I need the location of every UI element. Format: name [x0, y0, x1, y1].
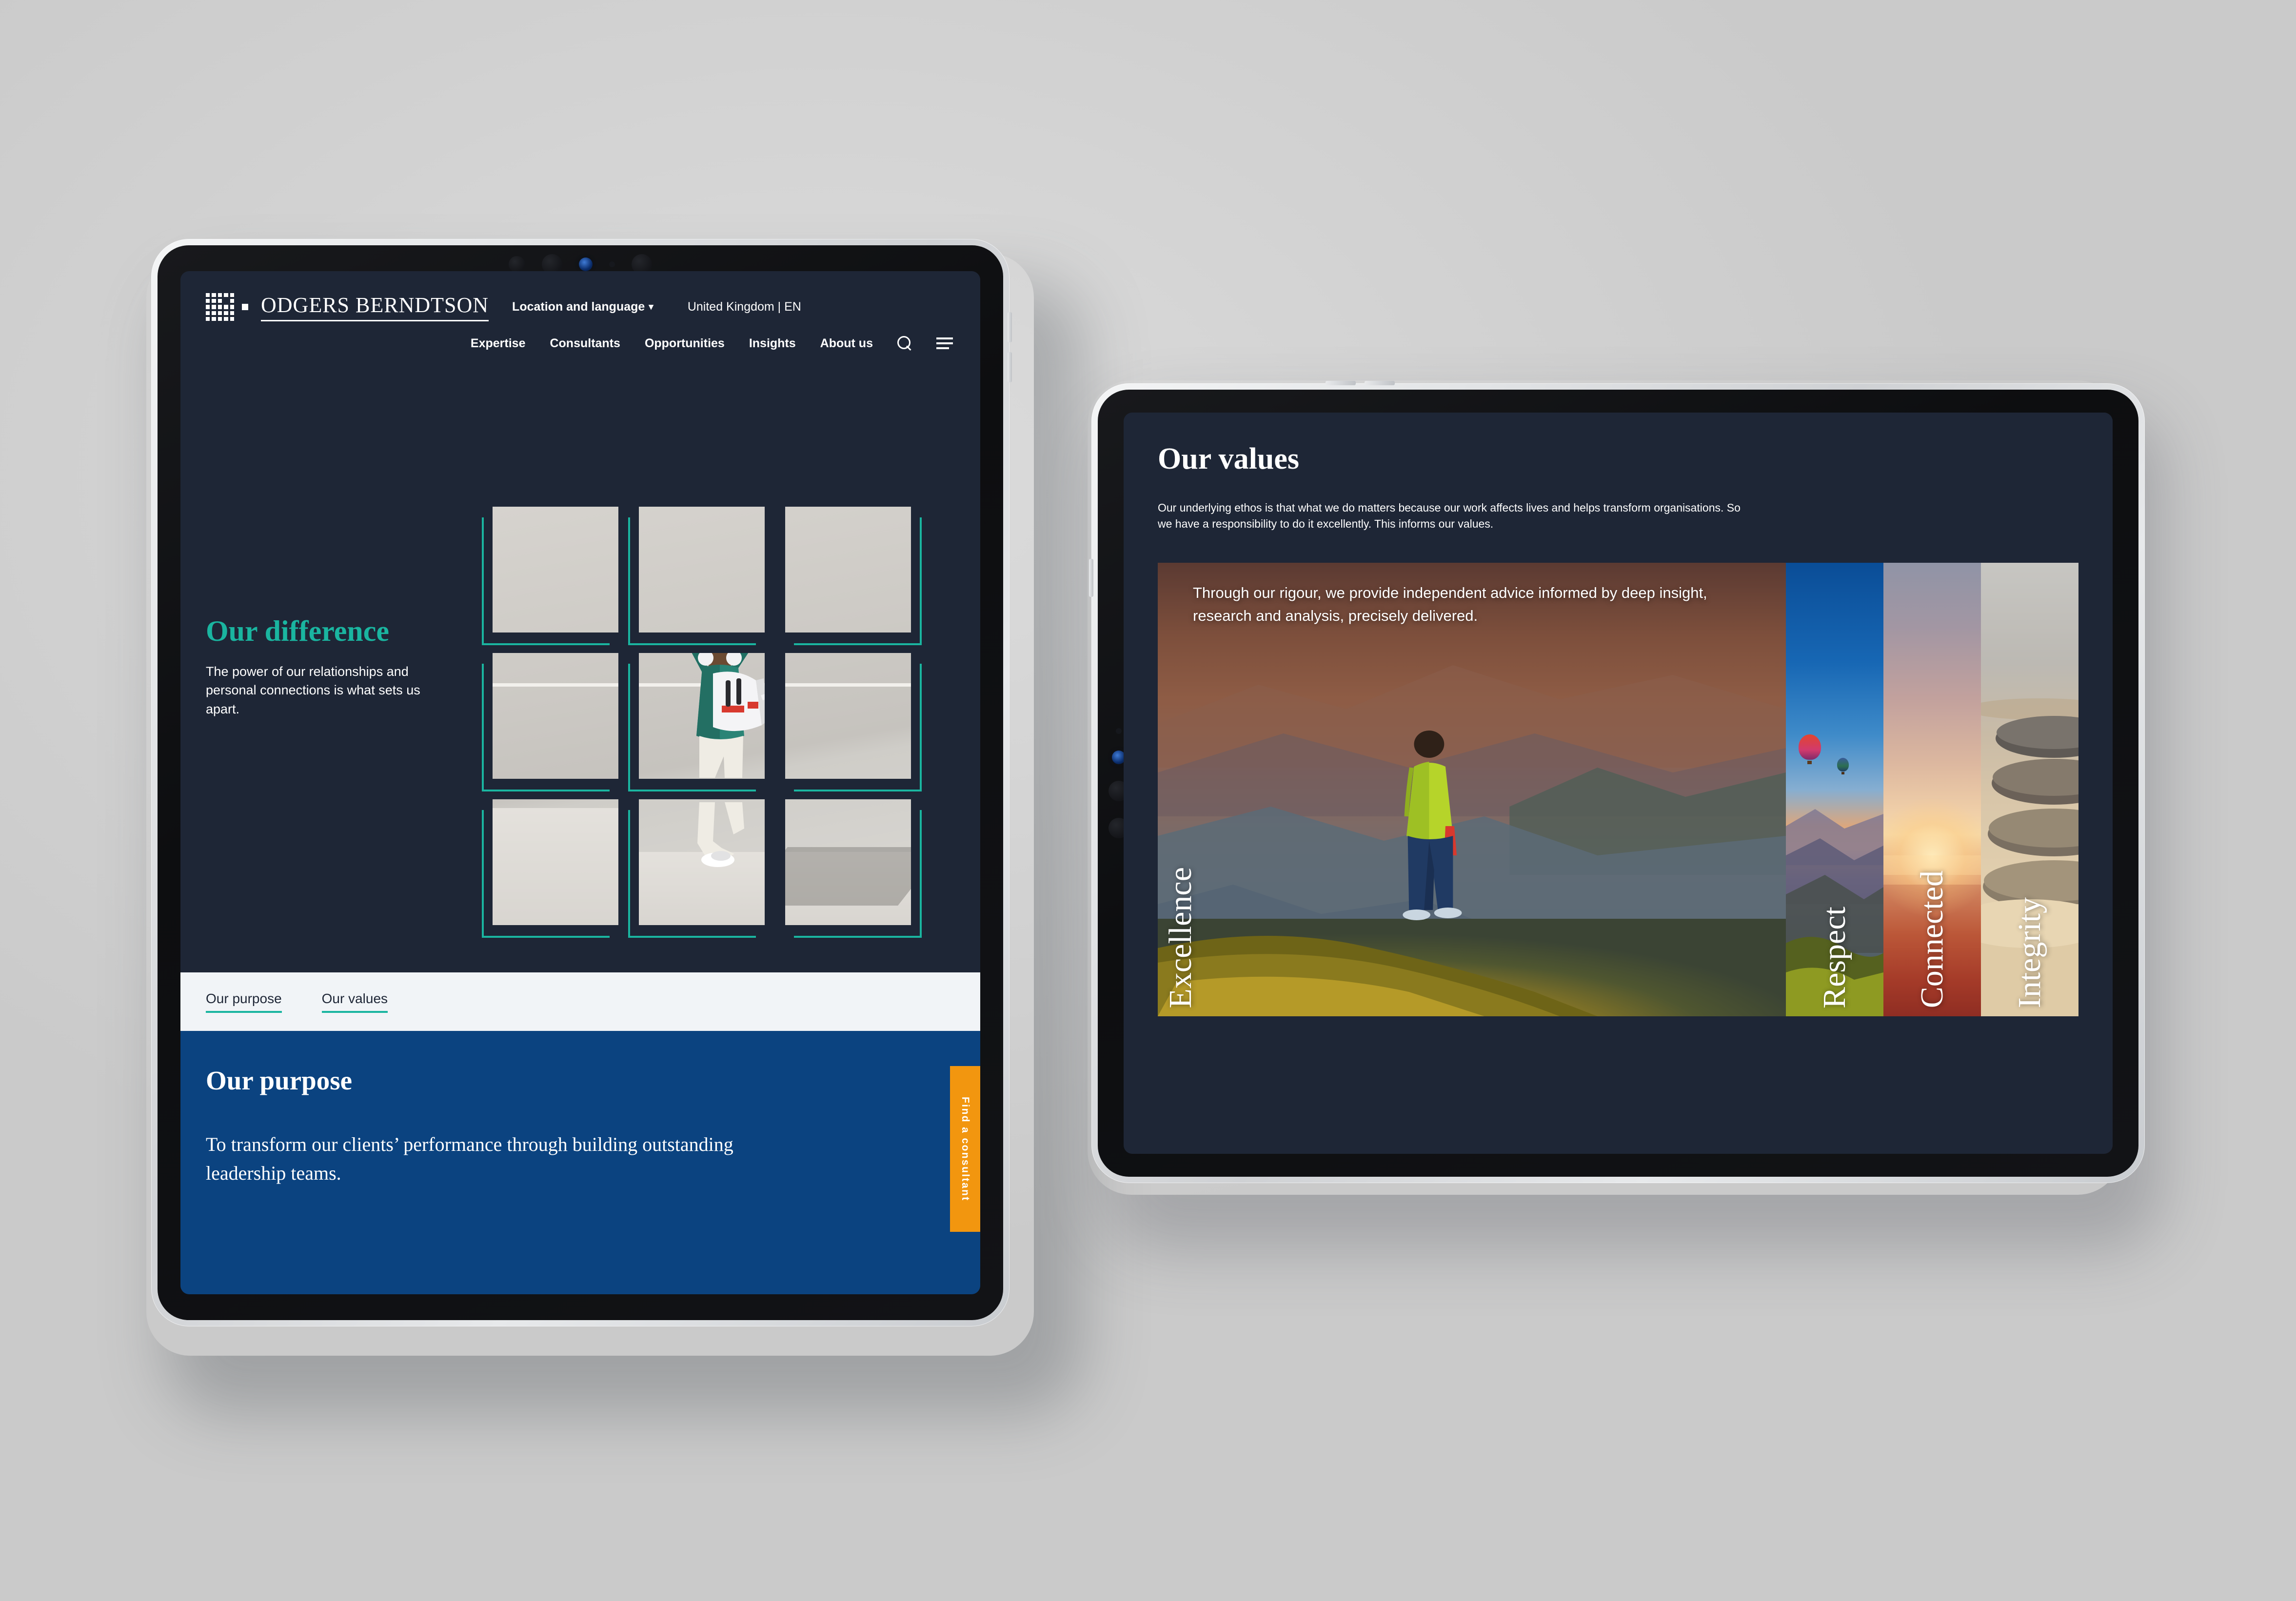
- find-a-consultant-button[interactable]: Find a consultant: [950, 1066, 980, 1232]
- hiker-illustration: [1403, 730, 1462, 920]
- hero-body: The power of our relationships and perso…: [206, 664, 420, 716]
- logo-accent-dot-icon: [242, 304, 248, 310]
- hero-section: Our difference The power of our relation…: [180, 351, 980, 972]
- value-panel-excellence[interactable]: Through our rigour, we provide independe…: [1158, 562, 1786, 1016]
- right-device-volume-button-up[interactable]: [1326, 381, 1356, 385]
- nav-item-insights[interactable]: Insights: [749, 336, 796, 351]
- photo-tile-center: [628, 653, 765, 791]
- our-purpose-section: Our purpose To transform our clients’ pe…: [180, 1031, 980, 1294]
- right-device-power-button[interactable]: [1089, 559, 1093, 597]
- brand-row: ODGERS BERNDTSON Location and language ▾…: [206, 293, 955, 321]
- photo-tile: [482, 507, 618, 645]
- ambient-light-sensor-icon: [609, 261, 615, 267]
- values-accordion: Through our rigour, we provide independe…: [1158, 562, 2078, 1016]
- brand-name[interactable]: ODGERS BERNDTSON: [261, 293, 489, 321]
- right-device-screen: Our values Our underlying ethos is that …: [1124, 413, 2113, 1154]
- tile-image: [639, 507, 765, 632]
- ambient-light-sensor-icon: [1116, 728, 1122, 734]
- region-label[interactable]: United Kingdom | EN: [688, 300, 801, 314]
- hero-copy: Our difference The power of our relation…: [206, 616, 440, 718]
- tile-image: [493, 507, 618, 632]
- site-header: ODGERS BERNDTSON Location and language ▾…: [180, 271, 980, 351]
- balloon-basket-icon: [1807, 760, 1812, 764]
- right-device-volume-button-down[interactable]: [1365, 381, 1395, 385]
- value-panel-respect[interactable]: Respect: [1786, 562, 1883, 1016]
- our-values-page: Our values Our underlying ethos is that …: [1124, 413, 2113, 1154]
- primary-navigation: Expertise Consultants Opportunities Insi…: [206, 336, 955, 351]
- tab-our-purpose[interactable]: Our purpose: [206, 991, 282, 1013]
- values-page-title: Our values: [1158, 442, 1299, 475]
- hero-title: Our difference: [206, 615, 390, 647]
- tile-image: [785, 507, 911, 632]
- photo-tile: [785, 653, 922, 791]
- hero-image-grid[interactable]: [482, 507, 922, 938]
- left-device-screen: ODGERS BERNDTSON Location and language ▾…: [180, 271, 980, 1294]
- value-label-integrity: Integrity: [2012, 897, 2047, 1008]
- photo-tile: [785, 799, 922, 938]
- photo-tile: [482, 653, 618, 791]
- value-label-excellence: Excellence: [1163, 867, 1198, 1008]
- photo-tile-grid: [482, 507, 922, 938]
- tab-our-values[interactable]: Our values: [321, 991, 388, 1013]
- values-page-intro: Our underlying ethos is that what we do …: [1158, 501, 1741, 531]
- photo-tile: [482, 799, 618, 938]
- photo-tile: [628, 799, 765, 938]
- nav-item-expertise[interactable]: Expertise: [471, 336, 526, 351]
- value-label-respect: Respect: [1817, 906, 1852, 1008]
- search-icon[interactable]: [897, 336, 912, 351]
- left-tablet-device: ODGERS BERNDTSON Location and language ▾…: [151, 239, 1012, 1326]
- tile-image: [785, 653, 911, 779]
- nav-item-consultants[interactable]: Consultants: [550, 336, 620, 351]
- odgers-website-page: ODGERS BERNDTSON Location and language ▾…: [180, 271, 980, 1294]
- tile-image: [493, 799, 618, 925]
- value-label-connected: Connected: [1914, 870, 1950, 1008]
- location-language-selector[interactable]: Location and language ▾: [512, 300, 653, 314]
- photo-tile: [785, 507, 922, 645]
- tile-image: [493, 653, 618, 779]
- tile-image-person: [639, 653, 765, 779]
- odgers-grid-logo-icon[interactable]: [206, 293, 234, 321]
- purpose-title: Our purpose: [206, 1066, 353, 1095]
- camera-sensor-icon: [509, 256, 525, 273]
- find-a-consultant-label: Find a consultant: [960, 1096, 971, 1202]
- nav-item-about-us[interactable]: About us: [820, 336, 873, 351]
- right-tablet-device: Our values Our underlying ethos is that …: [1089, 381, 2145, 1183]
- front-camera-icon: [579, 257, 593, 271]
- purpose-body: To transform our clients’ performance th…: [206, 1133, 733, 1185]
- chevron-down-icon: ▾: [649, 302, 653, 312]
- hot-air-balloon-secondary-icon: [1837, 757, 1849, 771]
- value-panel-connected[interactable]: Connected: [1883, 562, 1981, 1016]
- tile-image: [785, 799, 911, 925]
- section-tabs: Our purpose Our values: [180, 972, 980, 1031]
- location-language-label: Location and language: [512, 300, 645, 314]
- nav-item-opportunities[interactable]: Opportunities: [645, 336, 725, 351]
- excellence-body-text: Through our rigour, we provide independe…: [1193, 584, 1707, 624]
- excellence-background-image: [1158, 562, 1786, 1016]
- left-device-volume-button-down[interactable]: [1008, 352, 1012, 382]
- hamburger-menu-icon[interactable]: [936, 337, 953, 349]
- value-panel-integrity[interactable]: Integrity: [1981, 562, 2078, 1016]
- left-device-volume-button-up[interactable]: [1008, 312, 1012, 342]
- balloon-basket-secondary-icon: [1841, 771, 1844, 774]
- photo-tile: [628, 507, 765, 645]
- tile-image: [639, 799, 765, 925]
- hot-air-balloon-icon: [1799, 734, 1821, 760]
